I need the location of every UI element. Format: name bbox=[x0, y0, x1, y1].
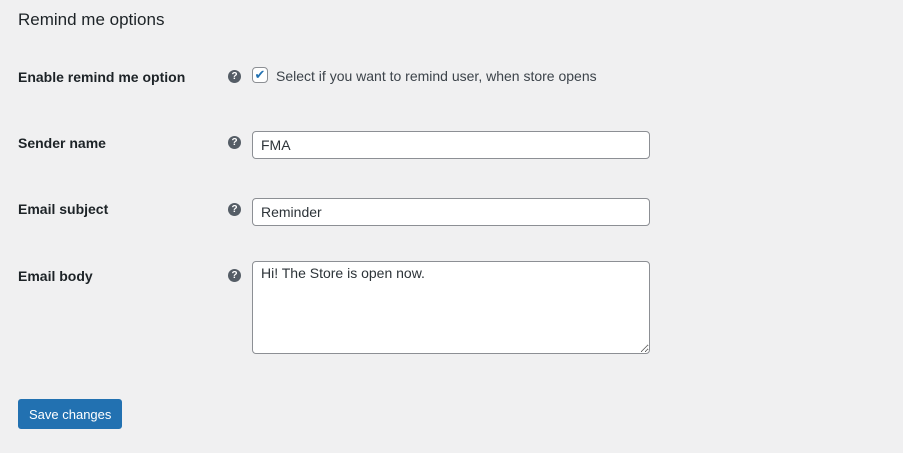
help-icon[interactable]: ? bbox=[228, 269, 241, 282]
enable-checkbox-text: Select if you want to remind user, when … bbox=[276, 68, 597, 84]
help-icon[interactable]: ? bbox=[228, 203, 241, 216]
save-changes-button[interactable]: Save changes bbox=[18, 399, 123, 429]
sender-name-input[interactable] bbox=[252, 131, 650, 159]
email-body-textarea[interactable]: Hi! The Store is open now. bbox=[252, 261, 650, 354]
enable-label: Enable remind me option bbox=[18, 69, 186, 85]
enable-checkbox[interactable]: ✔ bbox=[252, 67, 268, 83]
help-icon[interactable]: ? bbox=[228, 136, 241, 149]
help-icon[interactable]: ? bbox=[228, 70, 241, 83]
subject-label: Email subject bbox=[18, 201, 109, 217]
body-label: Email body bbox=[18, 268, 93, 284]
section-title: Remind me options bbox=[18, 10, 165, 29]
email-subject-input[interactable] bbox=[252, 198, 650, 226]
sender-label: Sender name bbox=[18, 135, 106, 151]
